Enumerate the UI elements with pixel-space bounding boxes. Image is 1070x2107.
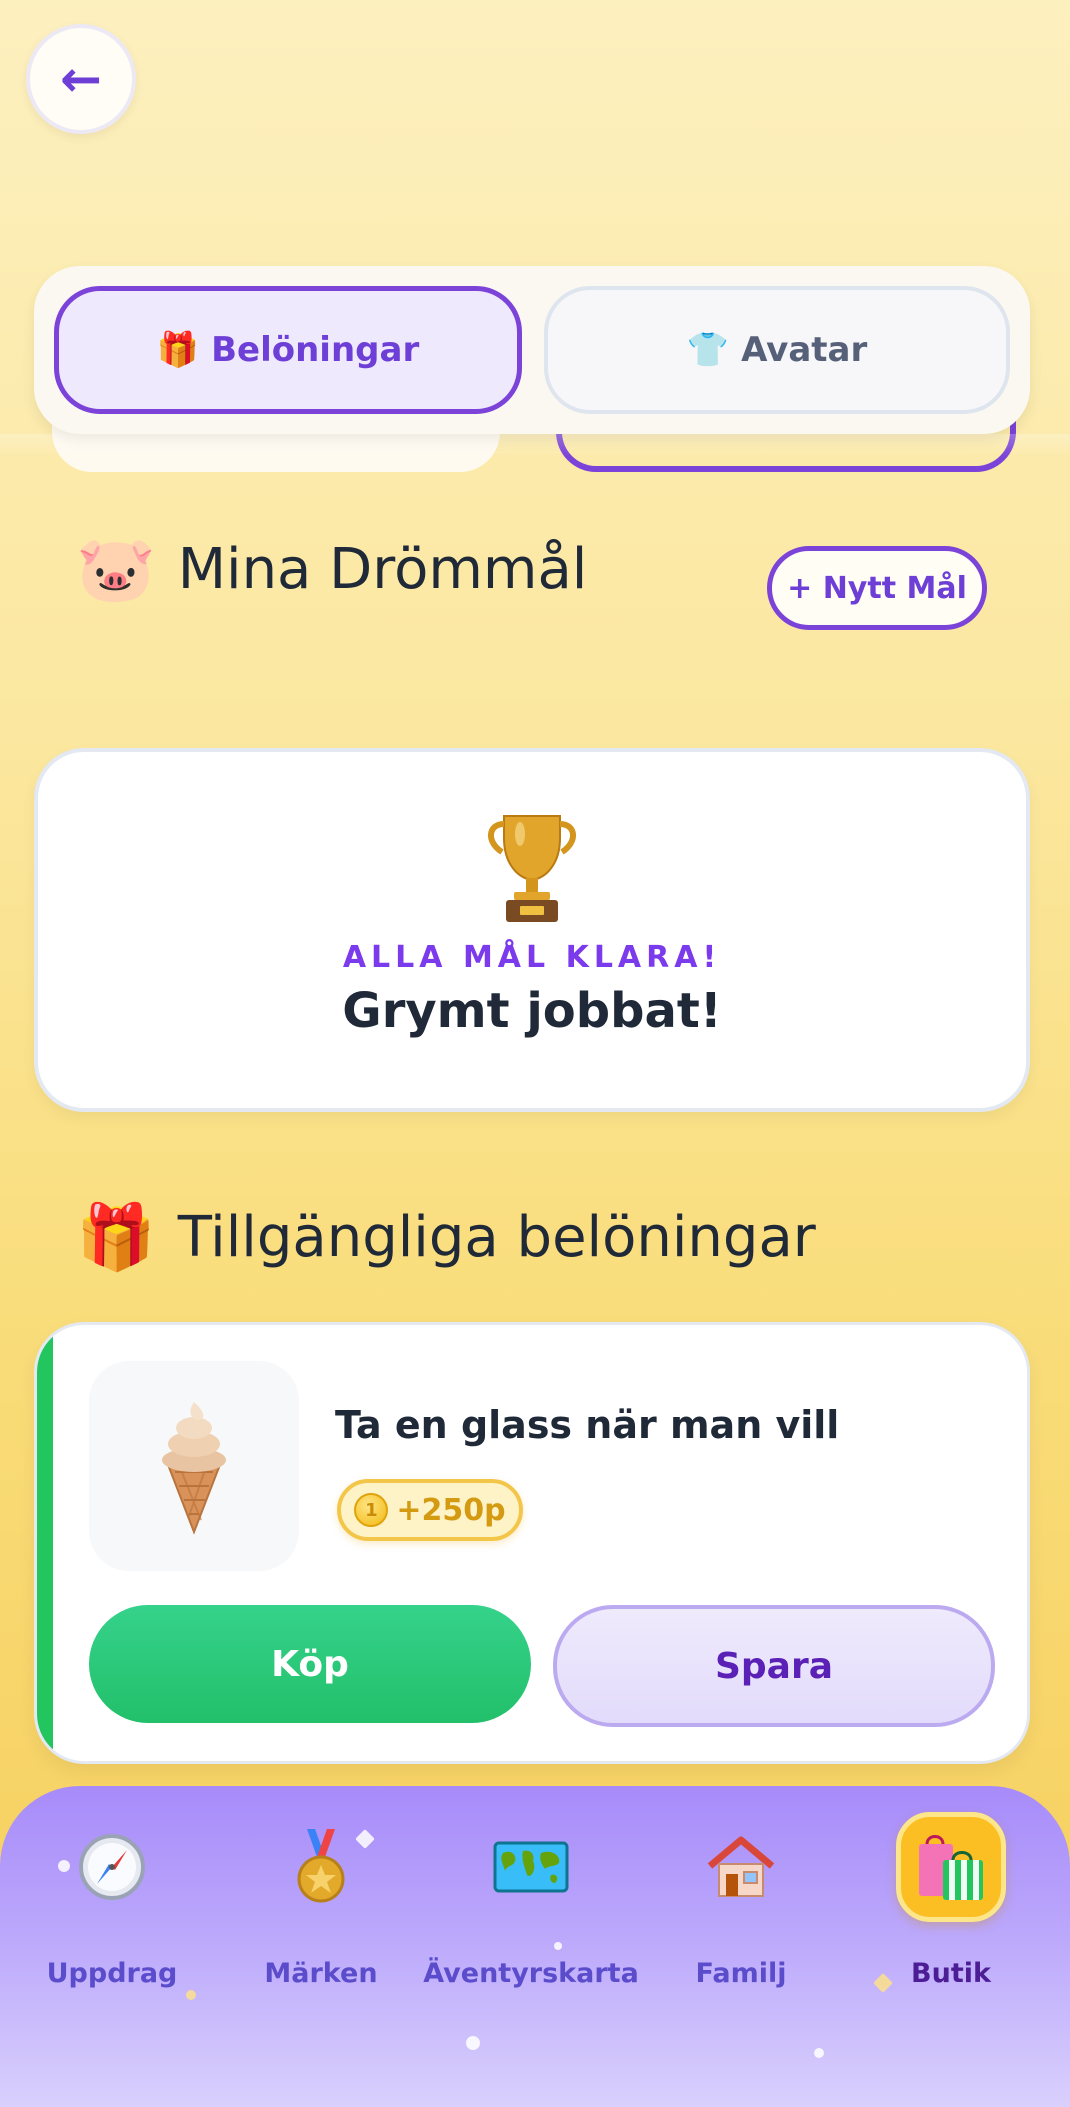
done-kicker: ALLA MÅL KLARA! — [342, 940, 722, 975]
compass-icon — [57, 1812, 167, 1922]
nav-item-butik[interactable]: Butik — [851, 1812, 1051, 1989]
nav-label: Äventyrskarta — [423, 1958, 639, 1989]
buy-button[interactable]: Köp — [89, 1605, 531, 1723]
shopping-bags-icon — [896, 1812, 1006, 1922]
tab-avatar-label: Avatar — [741, 330, 868, 370]
medal-icon — [266, 1812, 376, 1922]
gift-icon: 🎁 — [156, 330, 200, 370]
reward-thumbnail — [89, 1361, 299, 1571]
nav-label: Uppdrag — [46, 1958, 178, 1989]
new-goal-button[interactable]: + Nytt Mål — [767, 546, 987, 630]
nav-label: Butik — [911, 1958, 991, 1989]
bottom-nav: Uppdrag Märken Äventyrskarta Familj Buti… — [0, 1786, 1070, 2107]
nav-label: Familj — [695, 1958, 787, 1989]
reward-card: Ta en glass när man vill 1 +250p Köp Spa… — [34, 1322, 1030, 1764]
tshirt-icon: 👕 — [686, 330, 730, 370]
goals-heading: 🐷 Mina Drömmål — [76, 532, 587, 607]
gift-icon: 🎁 — [76, 1201, 156, 1275]
back-arrow-icon: ← — [60, 50, 102, 108]
reward-name: Ta en glass när man vill — [335, 1403, 840, 1447]
house-icon — [686, 1812, 796, 1922]
pig-icon: 🐷 — [76, 533, 156, 607]
done-title: Grymt jobbat! — [342, 983, 722, 1039]
coin-icon: 1 — [354, 1493, 389, 1527]
tab-avatar[interactable]: 👕 Avatar — [544, 286, 1010, 414]
rewards-title: Tillgängliga belöningar — [177, 1205, 816, 1270]
all-goals-done-card: ALLA MÅL KLARA! Grymt jobbat! — [34, 748, 1030, 1112]
nav-label: Märken — [264, 1958, 378, 1989]
goals-title: Mina Drömmål — [177, 537, 588, 602]
trophy-icon — [488, 815, 576, 922]
rewards-heading: 🎁 Tillgängliga belöningar — [76, 1200, 816, 1275]
back-button[interactable]: ← — [26, 24, 136, 134]
reward-price: +250p — [396, 1492, 506, 1528]
save-button[interactable]: Spara — [553, 1605, 995, 1727]
nav-item-marken[interactable]: Märken — [221, 1812, 421, 1989]
tab-switcher-fade — [0, 434, 1070, 456]
nav-item-familj[interactable]: Familj — [641, 1812, 841, 1989]
sparkle — [466, 2036, 480, 2050]
sparkle — [186, 1990, 196, 2000]
tab-rewards[interactable]: 🎁 Belöningar — [54, 286, 522, 414]
reward-accent-stripe — [37, 1325, 53, 1761]
tab-rewards-label: Belöningar — [211, 330, 420, 370]
tab-switcher: 🎁 Belöningar 👕 Avatar — [34, 266, 1030, 434]
nav-item-uppdrag[interactable]: Uppdrag — [12, 1812, 212, 1989]
sparkle — [814, 2048, 824, 2058]
world-map-icon — [476, 1812, 586, 1922]
reward-price-badge: 1 +250p — [337, 1479, 523, 1541]
nav-item-aventyrskarta[interactable]: Äventyrskarta — [423, 1812, 639, 1989]
ice-cream-icon — [162, 1402, 226, 1535]
